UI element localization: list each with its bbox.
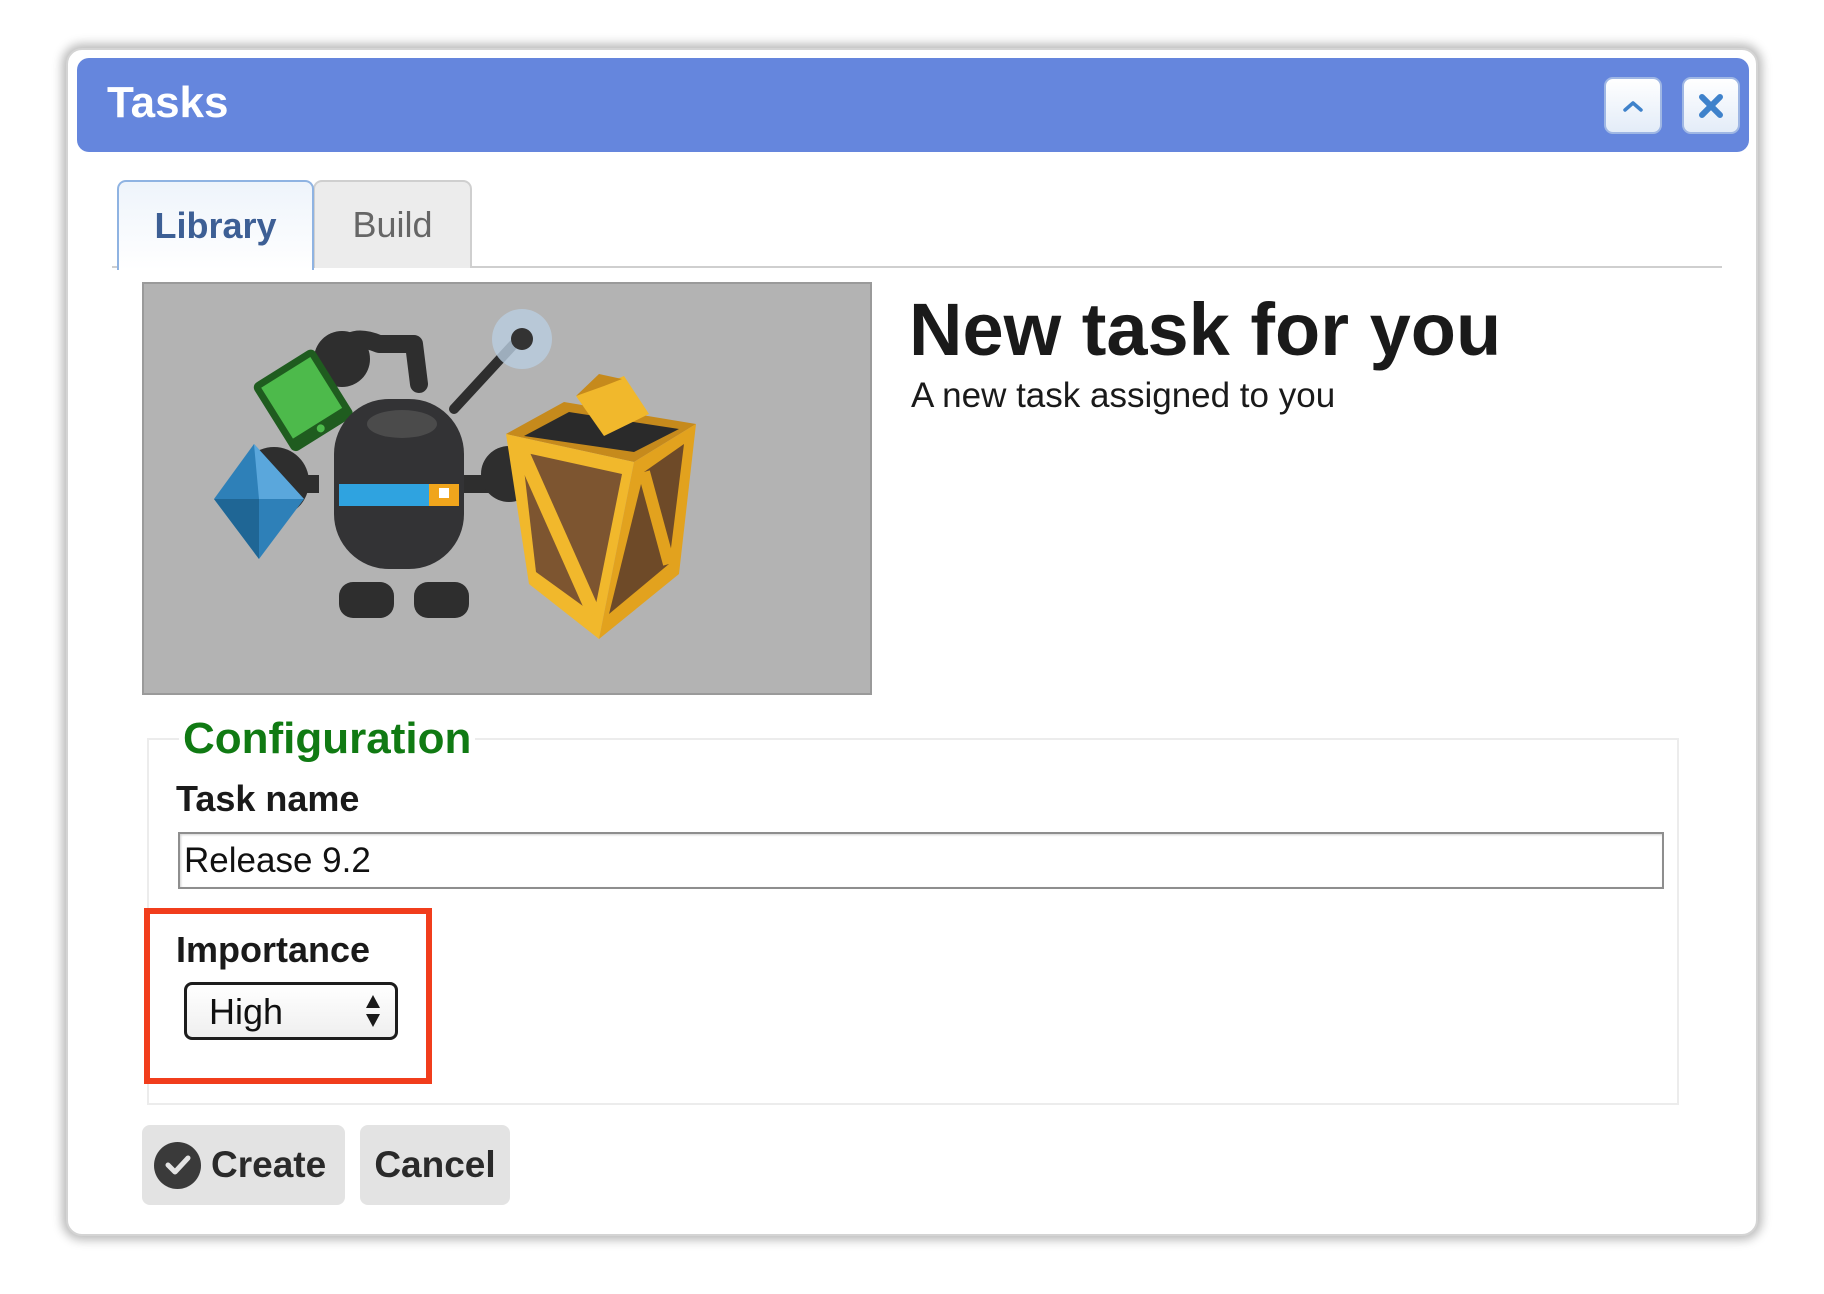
create-label: Create xyxy=(211,1144,327,1185)
close-icon xyxy=(1699,93,1723,118)
dialog-titlebar: Tasks xyxy=(77,58,1749,152)
tasks-dialog: Tasks Library Build New task for you A n… xyxy=(66,48,1758,1236)
robot-crate-image xyxy=(214,309,696,639)
importance-highlight xyxy=(144,908,432,1084)
checkmark-icon xyxy=(154,1141,201,1189)
task-subline: A new task assigned to you xyxy=(911,376,1336,415)
task-name-input[interactable] xyxy=(178,832,1664,889)
tab-build[interactable]: Build xyxy=(313,180,472,268)
cancel-button[interactable]: Cancel xyxy=(360,1125,510,1205)
configuration-legend: Configuration xyxy=(179,714,476,764)
close-button[interactable] xyxy=(1682,77,1740,134)
task-name-label: Task name xyxy=(176,778,360,819)
task-headline: New task for you xyxy=(909,288,1502,371)
dialog-title: Tasks xyxy=(107,78,229,127)
task-illustration xyxy=(142,282,872,695)
tab-library[interactable]: Library xyxy=(117,180,314,270)
cancel-label: Cancel xyxy=(374,1144,496,1185)
create-button[interactable]: Create xyxy=(142,1125,345,1205)
chevron-up-icon xyxy=(1623,100,1643,112)
collapse-button[interactable] xyxy=(1604,77,1662,134)
